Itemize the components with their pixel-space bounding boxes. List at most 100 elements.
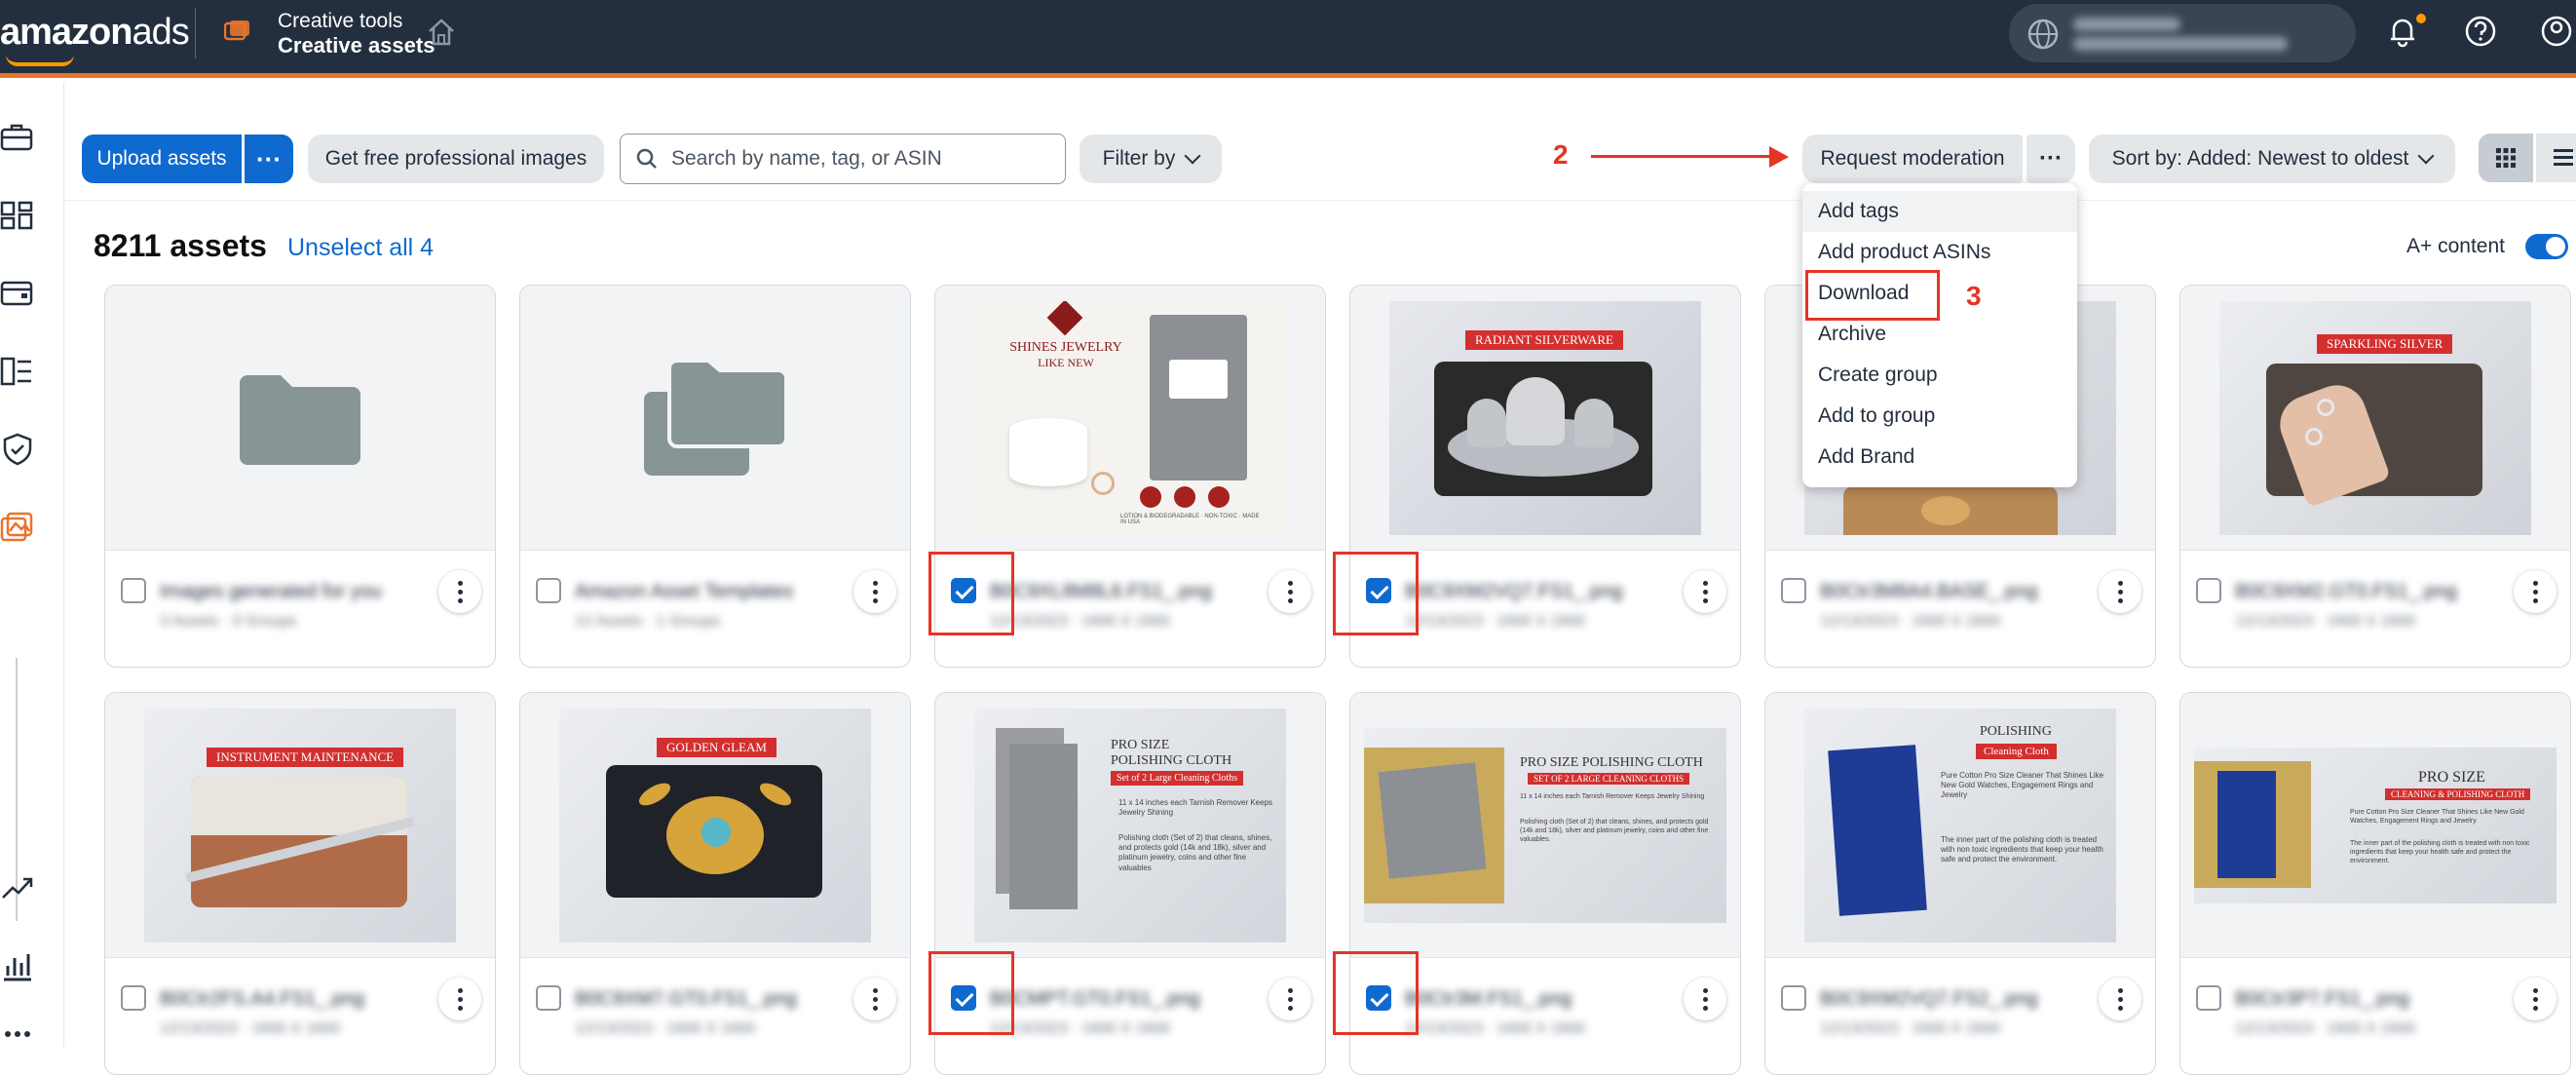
annotation-step-2: 2	[1553, 139, 1569, 170]
asset-card[interactable]: Images generated for you 3 Assets · 0 Gr…	[104, 285, 496, 668]
creative-assets-nav-icon[interactable]	[0, 510, 35, 545]
asset-thumbnail[interactable]: SPARKLING SILVER	[2180, 286, 2570, 551]
asset-card[interactable]: POLISHING Cleaning Cloth Pure Cotton Pro…	[1764, 692, 2156, 1075]
asset-options-button[interactable]	[853, 978, 896, 1020]
jewelry-product-image: SHINES JEWELRY LIKE NEW LOTION & BIODEGR…	[974, 300, 1286, 535]
bar-chart-icon[interactable]	[0, 948, 35, 983]
asset-name: B0C9XM2.GT0.FS1_.png	[2235, 581, 2457, 602]
asset-thumbnail[interactable]: PRO SIZE POLISHING CLOTH SET OF 2 LARGE …	[1350, 693, 1740, 958]
asset-options-button[interactable]	[853, 570, 896, 613]
notifications-bell-icon[interactable]	[2385, 14, 2420, 49]
menu-item-add-product-asins[interactable]: Add product ASINs	[1802, 232, 2077, 273]
asset-options-button[interactable]	[1269, 570, 1311, 613]
asset-options-button[interactable]	[1684, 570, 1726, 613]
asset-thumbnail[interactable]: INSTRUMENT MAINTENANCE	[105, 693, 495, 958]
menu-item-add-tags[interactable]: Add tags	[1802, 191, 2077, 232]
annotation-highlight-box	[1333, 951, 1419, 1035]
request-moderation-button[interactable]: Request moderation	[1802, 134, 2023, 183]
more-actions-menu: Add tags Add product ASINs Download Arch…	[1802, 183, 2077, 487]
asset-checkbox[interactable]	[2196, 985, 2221, 1011]
sort-by-dropdown[interactable]: Sort by: Added: Newest to oldest	[2089, 134, 2455, 183]
asset-checkbox[interactable]	[121, 985, 146, 1011]
aplus-content-toggle[interactable]	[2525, 234, 2568, 259]
asset-options-button[interactable]	[438, 570, 481, 613]
shield-icon[interactable]	[0, 432, 35, 467]
asset-card[interactable]: GOLDEN GLEAM B0C9XM7.GT0.FS1_.png 12/13/…	[519, 692, 911, 1075]
search-input[interactable]	[671, 147, 1042, 171]
menu-item-create-group[interactable]: Create group	[1802, 355, 2077, 396]
asset-thumbnail[interactable]	[105, 286, 495, 551]
user-profile-icon[interactable]	[2537, 14, 2576, 49]
filter-by-button[interactable]: Filter by	[1080, 134, 1222, 183]
upload-assets-button[interactable]: Upload assets	[82, 134, 242, 183]
list-view-button[interactable]	[2536, 134, 2576, 182]
annotation-highlight-box	[928, 951, 1014, 1035]
asset-thumbnail[interactable]: RADIANT SILVERWARE	[1350, 286, 1740, 551]
briefcase-icon[interactable]	[0, 120, 35, 155]
asset-options-button[interactable]	[2514, 978, 2557, 1020]
help-icon[interactable]	[2463, 14, 2498, 49]
asset-checkbox[interactable]	[121, 578, 146, 603]
asset-card[interactable]: Amazon Asset Templates 12 Assets · 1 Gro…	[519, 285, 911, 668]
asset-options-button[interactable]	[1269, 978, 1311, 1020]
account-switcher[interactable]	[2009, 4, 2356, 62]
image-brand-text: SHINES JEWELRY	[1009, 339, 1122, 355]
grid-view-button[interactable]	[2479, 134, 2533, 182]
asset-options-button[interactable]	[438, 978, 481, 1020]
asset-checkbox[interactable]	[536, 985, 561, 1011]
coins-cloth-product-image: PRO SIZE POLISHING CLOTH SET OF 2 LARGE …	[1364, 727, 1726, 923]
asset-meta: 3 Assets · 0 Groups	[160, 613, 297, 630]
asset-thumbnail[interactable]: GOLDEN GLEAM	[520, 693, 910, 958]
asset-meta: 12/13/2023 · 1600 X 1600	[990, 1020, 1171, 1037]
image-title-line2: POLISHING CLOTH	[1111, 752, 1232, 768]
wallet-icon[interactable]	[0, 276, 35, 311]
amazon-ads-logo[interactable]: amazonads	[0, 12, 190, 66]
asset-options-button[interactable]	[2099, 978, 2141, 1020]
asset-checkbox[interactable]	[1781, 985, 1806, 1011]
asset-thumbnail[interactable]: PRO SIZE CLEANING & POLISHING CLOTH Pure…	[2180, 693, 2570, 958]
image-body-1: 11 x 14 inches each Tarnish Remover Keep…	[1118, 797, 1273, 817]
rings-product-image: SPARKLING SILVER	[2219, 300, 2531, 535]
asset-card[interactable]: SPARKLING SILVER B0C9XM2.GT0.FS1_.png 12…	[2179, 285, 2571, 668]
breadcrumb-parent[interactable]: Creative tools	[278, 10, 402, 33]
image-body-2: The inner part of the polishing cloth is…	[2350, 839, 2530, 864]
asset-name: B0CMPT.GT0.FS1_.png	[990, 988, 1200, 1010]
asset-name: B0Ctr3M.FS1_.png	[1405, 988, 1572, 1010]
asset-options-button[interactable]	[2514, 570, 2557, 613]
image-banner-text: RADIANT SILVERWARE	[1465, 329, 1623, 350]
asset-checkbox[interactable]	[1781, 578, 1806, 603]
dashboard-icon[interactable]	[0, 198, 35, 233]
unselect-all-link[interactable]: Unselect all 4	[287, 234, 434, 262]
toolbar-divider	[64, 200, 2576, 201]
menu-item-add-brand[interactable]: Add Brand	[1802, 437, 2077, 478]
notification-dot	[2416, 14, 2426, 23]
get-free-images-button[interactable]: Get free professional images	[308, 134, 604, 183]
asset-options-button[interactable]	[2099, 570, 2141, 613]
asset-thumbnail[interactable]	[520, 286, 910, 551]
asset-thumbnail[interactable]: PRO SIZE POLISHING CLOTH Set of 2 Large …	[935, 693, 1325, 958]
asset-thumbnail[interactable]: POLISHING Cleaning Cloth Pure Cotton Pro…	[1765, 693, 2155, 958]
asset-name: B0C9XM7.GT0.FS1_.png	[575, 988, 797, 1010]
asset-card[interactable]: INSTRUMENT MAINTENANCE B0Ctr2FS.A4.FS1_.…	[104, 692, 496, 1075]
filter-by-label: Filter by	[1102, 147, 1176, 170]
asset-meta: 12/13/2023 · 1600 X 1600	[1820, 613, 2001, 630]
asset-checkbox[interactable]	[536, 578, 561, 603]
more-actions-button[interactable]: ···	[2027, 134, 2075, 183]
annotation-step-3: 3	[1966, 281, 1982, 311]
grid-view-icon	[2496, 148, 2516, 168]
search-box[interactable]	[620, 134, 1066, 184]
upload-more-options-button[interactable]: ···	[245, 134, 293, 183]
top-bar: amazonads Creative tools Creative assets	[0, 0, 2576, 78]
asset-thumbnail[interactable]: SHINES JEWELRY LIKE NEW LOTION & BIODEGR…	[935, 286, 1325, 551]
trend-line-icon[interactable]	[0, 870, 35, 905]
menu-item-add-to-group[interactable]: Add to group	[1802, 396, 2077, 437]
home-icon[interactable]	[425, 16, 458, 49]
asset-checkbox[interactable]	[2196, 578, 2221, 603]
annotation-download-highlight	[1805, 270, 1940, 321]
blue-cloth-product-image: POLISHING Cleaning Cloth Pure Cotton Pro…	[1804, 708, 2116, 942]
creative-tools-icon	[224, 20, 249, 41]
layout-icon[interactable]	[0, 354, 35, 389]
asset-options-button[interactable]	[1684, 978, 1726, 1020]
asset-card[interactable]: PRO SIZE CLEANING & POLISHING CLOTH Pure…	[2179, 692, 2571, 1075]
apps-grid-icon[interactable]	[0, 1024, 35, 1059]
